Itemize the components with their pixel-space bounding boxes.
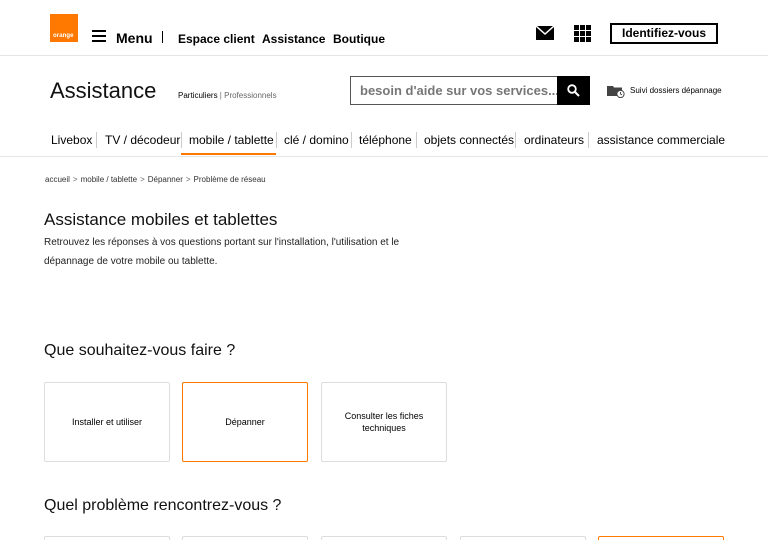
tab-livebox[interactable]: Livebox bbox=[51, 133, 92, 147]
search-icon bbox=[567, 84, 580, 97]
card-fiches-techniques[interactable]: Consulter les fiches techniques bbox=[321, 382, 447, 462]
tab-assistance-commerciale[interactable]: assistance commerciale bbox=[597, 133, 725, 147]
particuliers-link[interactable]: Particuliers bbox=[178, 91, 218, 100]
card-installer-utiliser[interactable]: Installer et utiliser bbox=[44, 382, 170, 462]
problem-card[interactable] bbox=[321, 536, 447, 540]
search-input[interactable] bbox=[350, 76, 557, 105]
category-nav: Livebox TV / décodeur mobile / tablette … bbox=[0, 126, 768, 157]
card-depanner[interactable]: Dépanner bbox=[182, 382, 308, 462]
login-button[interactable]: Identifiez-vous bbox=[610, 23, 718, 44]
tab-objets-connectes[interactable]: objets connectés bbox=[424, 133, 514, 147]
tab-telephone[interactable]: téléphone bbox=[359, 133, 412, 147]
page-title: Assistance mobiles et tablettes bbox=[44, 210, 278, 229]
breadcrumb-separator: > bbox=[185, 175, 191, 184]
hamburger-icon[interactable] bbox=[92, 30, 106, 42]
breadcrumb-separator: > bbox=[72, 175, 78, 184]
mail-icon[interactable] bbox=[536, 26, 554, 40]
professionnels-link[interactable]: Professionnels bbox=[224, 91, 276, 100]
tab-mobile-tablette[interactable]: mobile / tablette bbox=[189, 133, 274, 147]
problem-card[interactable] bbox=[44, 536, 170, 540]
audience-switch: Particuliers | Professionnels bbox=[178, 91, 277, 100]
apps-grid-icon[interactable] bbox=[574, 25, 591, 42]
logo-text: orange bbox=[53, 33, 74, 39]
problem-card[interactable] bbox=[182, 536, 308, 540]
question-which-problem: Quel problème rencontrez-vous ? bbox=[44, 497, 282, 514]
problem-card-selected[interactable] bbox=[598, 536, 724, 540]
menu-divider bbox=[162, 31, 163, 43]
breadcrumb: accueil > mobile / tablette > Dépanner > Probl… bbox=[45, 175, 266, 184]
tab-divider bbox=[276, 132, 277, 148]
orange-logo[interactable]: orange bbox=[50, 14, 78, 42]
tab-tv-decodeur[interactable]: TV / décodeur bbox=[105, 133, 180, 147]
tab-divider bbox=[96, 132, 97, 148]
breadcrumb-accueil[interactable]: accueil bbox=[45, 175, 70, 184]
breadcrumb-separator: > bbox=[140, 175, 145, 184]
top-bar: orange Menu Espace client Assistance Bou… bbox=[0, 0, 768, 56]
breadcrumb-depanner[interactable]: Dépanner bbox=[148, 175, 183, 184]
problem-card[interactable] bbox=[460, 536, 586, 540]
menu-button[interactable]: Menu bbox=[116, 30, 153, 46]
tab-divider bbox=[351, 132, 352, 148]
tab-ordinateurs[interactable]: ordinateurs bbox=[524, 133, 584, 147]
section-title: Assistance bbox=[50, 78, 157, 103]
tab-divider bbox=[416, 132, 417, 148]
assistance-link[interactable]: Assistance bbox=[262, 32, 325, 46]
breadcrumb-mobile-tablette[interactable]: mobile / tablette bbox=[81, 175, 137, 184]
tab-divider bbox=[588, 132, 589, 148]
question-what-to-do: Que souhaitez-vous faire ? bbox=[44, 342, 236, 359]
breadcrumb-probleme-reseau: Problème de réseau bbox=[193, 175, 266, 184]
tab-divider bbox=[515, 132, 516, 148]
espace-client-link[interactable]: Espace client bbox=[178, 32, 255, 46]
active-tab-indicator bbox=[181, 153, 276, 155]
folder-clock-icon bbox=[607, 86, 625, 98]
tab-divider bbox=[181, 132, 182, 148]
page-description: Retrouvez les réponses à vos questions p… bbox=[44, 237, 400, 267]
search-button[interactable] bbox=[557, 76, 590, 105]
tab-cle-domino[interactable]: clé / domino bbox=[284, 133, 349, 147]
suivi-dossiers-link[interactable]: Suivi dossiers dépannage bbox=[630, 86, 722, 95]
boutique-link[interactable]: Boutique bbox=[333, 32, 385, 46]
